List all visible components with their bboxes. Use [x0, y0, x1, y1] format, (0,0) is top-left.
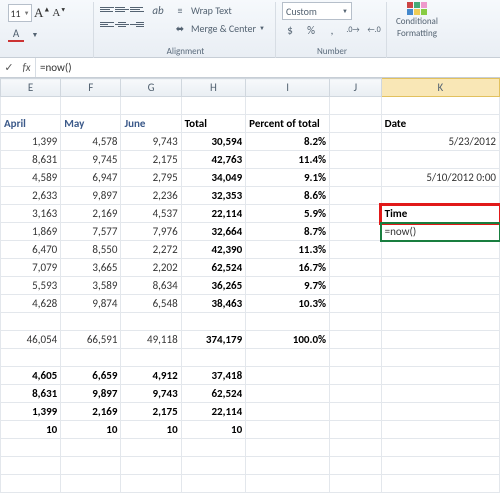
align-center-icon[interactable]: [115, 17, 129, 31]
wrap-text-label: Wrap Text: [191, 4, 232, 17]
wrap-text-button[interactable]: ≡Wrap Text: [172, 2, 265, 18]
merge-center-label: Merge & Center: [191, 22, 256, 35]
cond-fmt-label2: Formatting: [397, 28, 437, 39]
cond-fmt-icon: [407, 2, 427, 15]
data-row: 1,3994,5789,74330,5948.2%5/23/2012: [1, 133, 500, 151]
data-row: 6,4708,5502,27242,39011.3%: [1, 241, 500, 259]
wrap-text-icon: ≡: [172, 2, 188, 18]
col-header-e[interactable]: E: [1, 79, 61, 97]
alignment-group-label: Alignment: [100, 46, 271, 58]
totals-row: 46,05466,59149,118374,179100.0%: [1, 331, 500, 349]
fx-icon[interactable]: fx: [18, 58, 36, 77]
empty-row: [1, 439, 500, 457]
data-row: 7,0793,6652,20262,52416.7%: [1, 259, 500, 277]
font-group: 11 ▼ A▲ A▼ A ▼: [4, 2, 94, 58]
align-right-icon[interactable]: [130, 17, 144, 31]
header-may[interactable]: May: [61, 115, 121, 133]
data-row: 5,5933,5898,63436,2659.7%: [1, 277, 500, 295]
summary-row: 10101010: [1, 421, 500, 439]
header-date[interactable]: Date: [381, 115, 499, 133]
header-total[interactable]: Total: [181, 115, 246, 133]
increase-decimal-icon[interactable]: .0→: [345, 22, 361, 38]
data-row: 1,8697,5777,97632,6648.7%=now(): [1, 223, 500, 241]
spreadsheet-grid[interactable]: E F G H I J K April May June Total Perce…: [0, 78, 500, 493]
header-row: April May June Total Percent of total Da…: [1, 115, 500, 133]
merge-center-button[interactable]: ⬌Merge & Center▼: [172, 20, 265, 36]
font-size-value: 11: [10, 7, 20, 20]
formula-bar: ✓ fx =now(): [0, 58, 500, 78]
data-row: 8,6319,7452,17542,76311.4%: [1, 151, 500, 169]
date-value-2[interactable]: 5/10/2012 0:00: [381, 169, 499, 187]
data-row: 3,1632,1694,53722,1145.9%Time: [1, 205, 500, 223]
summary-row: 8,6319,8979,74362,524: [1, 385, 500, 403]
accept-formula-icon[interactable]: ✓: [0, 58, 18, 77]
number-group: Custom ▼ $ % , .0→ ←.0 Number: [278, 2, 387, 58]
summary-row: 1,3992,1692,17522,114: [1, 403, 500, 421]
merge-icon: ⬌: [172, 20, 188, 36]
formula-text: =now(): [40, 61, 72, 74]
active-cell[interactable]: =now(): [381, 223, 499, 241]
align-middle-icon[interactable]: [115, 2, 129, 16]
align-buttons: [100, 2, 144, 31]
column-headers: E F G H I J K: [1, 79, 500, 97]
col-header-i[interactable]: I: [246, 79, 330, 97]
col-header-f[interactable]: F: [61, 79, 121, 97]
empty-row: [1, 97, 500, 115]
empty-row: [1, 475, 500, 493]
alignment-group: ab ≡Wrap Text ⬌Merge & Center▼ Alignment: [96, 2, 276, 58]
comma-icon[interactable]: ,: [324, 22, 340, 38]
styles-group: Conditional Formatting: [389, 2, 445, 58]
data-row: 4,5896,9472,79534,0499.1%5/10/2012 0:00: [1, 169, 500, 187]
data-row: 4,6289,8746,54838,46310.3%: [1, 295, 500, 313]
grow-font-icon[interactable]: A▲: [34, 5, 50, 21]
currency-icon[interactable]: $: [282, 22, 298, 38]
col-header-h[interactable]: H: [181, 79, 246, 97]
decrease-decimal-icon[interactable]: ←.0: [366, 22, 382, 38]
chevron-down-icon[interactable]: ▼: [27, 26, 43, 42]
cond-fmt-label1: Conditional: [396, 16, 438, 27]
percent-icon[interactable]: %: [303, 22, 319, 38]
align-left-icon[interactable]: [100, 17, 114, 31]
font-size-box[interactable]: 11 ▼: [8, 4, 32, 22]
chevron-down-icon: ▼: [342, 7, 348, 15]
header-pct[interactable]: Percent of total: [246, 115, 330, 133]
col-header-k[interactable]: K: [381, 79, 499, 97]
dropdown-arrow-icon: ▼: [24, 9, 30, 17]
header-time[interactable]: Time: [381, 205, 499, 223]
header-june[interactable]: June: [121, 115, 181, 133]
summary-row: 4,6056,6594,91237,418: [1, 367, 500, 385]
number-group-label: Number: [282, 46, 382, 58]
empty-row: [1, 313, 500, 331]
align-top-icon[interactable]: [100, 2, 114, 16]
empty-row: [1, 349, 500, 367]
header-april[interactable]: April: [1, 115, 61, 133]
empty-row: [1, 457, 500, 475]
align-bottom-icon[interactable]: [130, 2, 144, 16]
col-header-g[interactable]: G: [121, 79, 181, 97]
date-value-1[interactable]: 5/23/2012: [381, 133, 499, 151]
col-header-j[interactable]: J: [330, 79, 382, 97]
formula-input[interactable]: =now(): [36, 61, 500, 74]
shrink-font-icon[interactable]: A▼: [52, 7, 66, 19]
orientation-icon[interactable]: ab: [150, 2, 166, 18]
number-format-label: Custom: [286, 5, 317, 18]
chevron-down-icon: ▼: [259, 24, 265, 32]
font-color-icon[interactable]: A: [8, 26, 24, 42]
number-format-combo[interactable]: Custom ▼: [282, 2, 352, 20]
ribbon: 11 ▼ A▲ A▼ A ▼ ab ≡Wrap Text ⬌Merge & Cen…: [0, 0, 500, 58]
data-row: 2,6339,8972,23632,3538.6%: [1, 187, 500, 205]
conditional-formatting-button[interactable]: Conditional Formatting: [393, 2, 441, 39]
